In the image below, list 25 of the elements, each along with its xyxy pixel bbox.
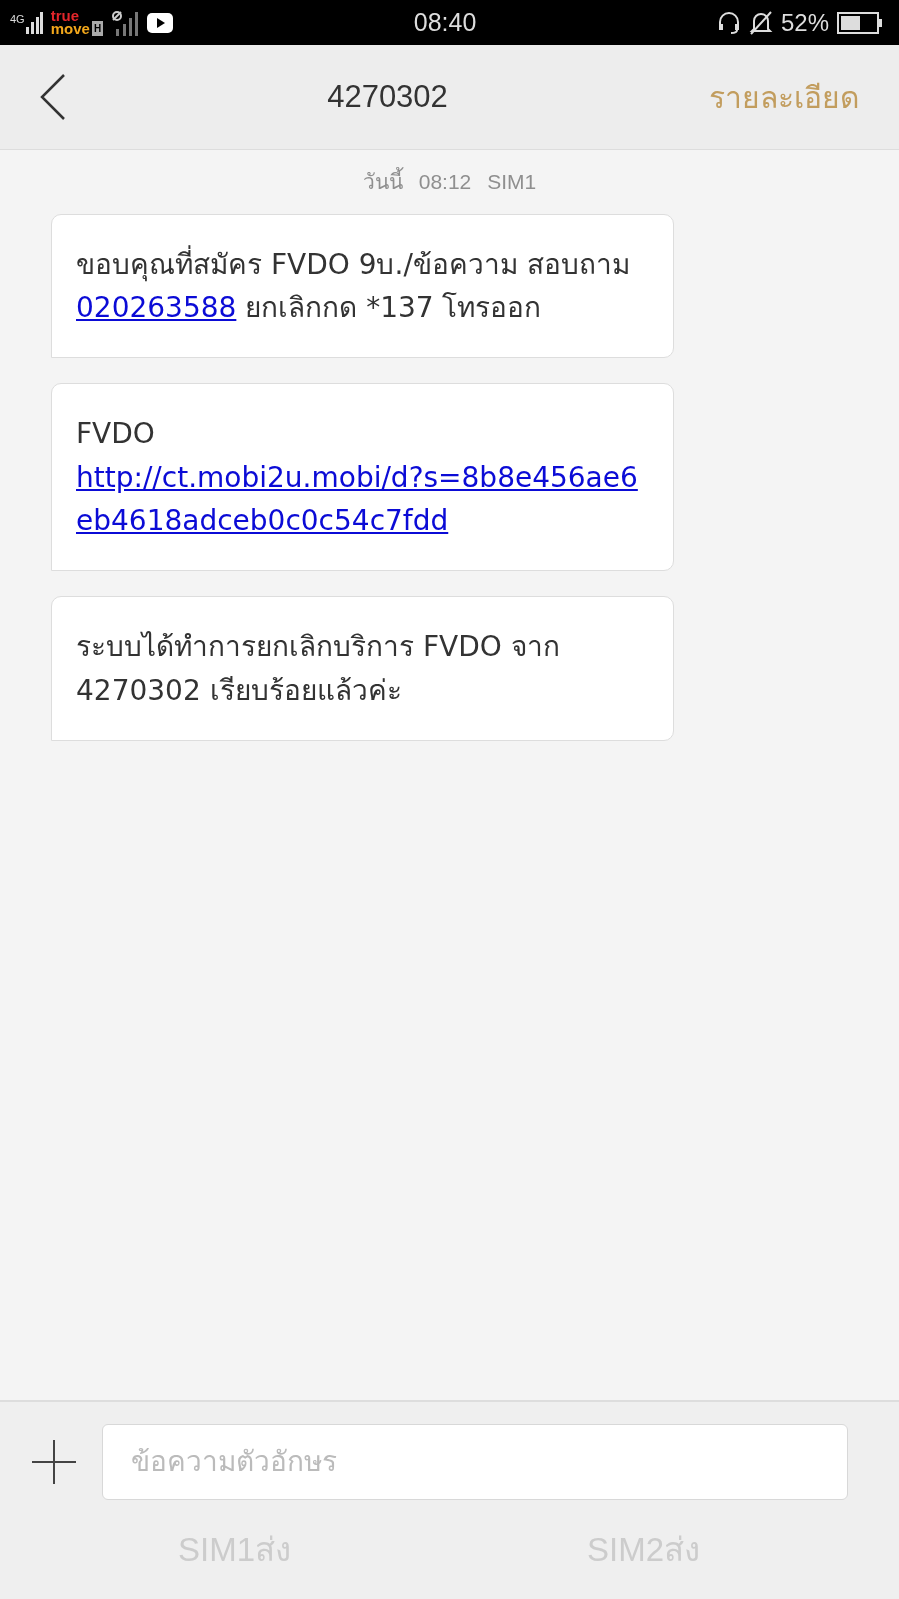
message-text: ขอบคุณที่สมัคร FVDO 9บ./ข้อความ สอบถาม 020263588 ยกเลิกกด *137 โทรออก (76, 247, 630, 324)
timestamp-text: วันนี้ (362, 166, 403, 198)
carrier-logo-text: move (50, 22, 90, 36)
signal-icon (111, 9, 140, 36)
network-type-badge: H (91, 20, 104, 36)
battery-icon (837, 11, 883, 34)
timestamp-text: 08:12 (418, 169, 472, 195)
battery-percent: 52% (780, 7, 829, 38)
message-link[interactable]: 020263588 (76, 290, 237, 324)
message-input-field[interactable]: ข้อความตัวอักษร (102, 1423, 848, 1500)
network-label: 4G (10, 13, 25, 25)
sim-label: SIM1 (487, 169, 537, 195)
back-icon (40, 73, 66, 121)
signal-icon (24, 11, 43, 34)
details-link[interactable]: รายละเอียด (709, 74, 859, 120)
conversation-title: 4270302 (327, 77, 448, 116)
headset-icon (716, 10, 741, 35)
clock: 08:40 (413, 6, 477, 38)
back-button[interactable] (40, 73, 66, 121)
carrier-logo-text: true (50, 9, 81, 23)
plus-icon (30, 1437, 78, 1486)
muted-bell-icon (748, 9, 773, 36)
video-play-icon (147, 12, 174, 33)
message-text: ระบบได้ทำการยกเลิกบริการ FVDO จาก 4270302 เรียบร้อยแล้วค่ะ (76, 630, 560, 707)
add-button[interactable] (30, 1437, 78, 1486)
